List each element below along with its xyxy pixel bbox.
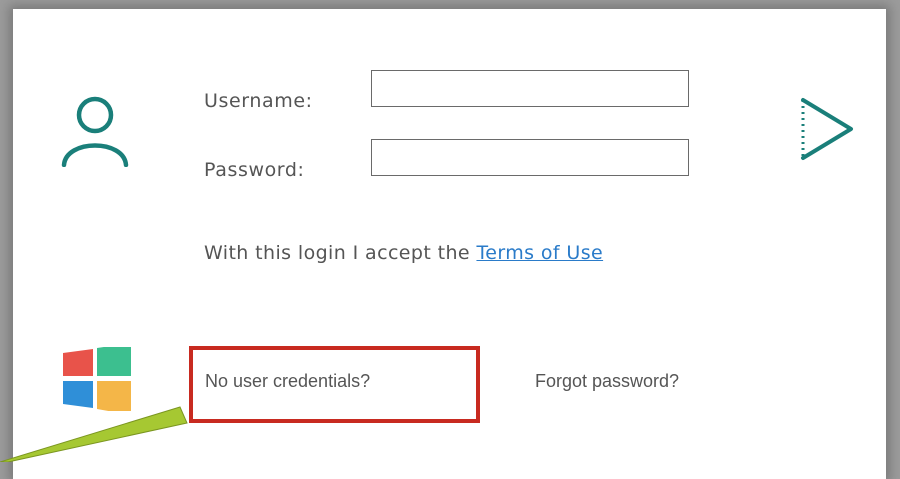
no-credentials-link[interactable]: No user credentials? <box>205 371 370 392</box>
terms-notice: With this login I accept the Terms of Us… <box>204 242 603 264</box>
username-label: Username: <box>204 90 313 112</box>
user-icon <box>61 96 129 167</box>
password-label: Password: <box>204 159 305 181</box>
terms-text: With this login I accept the <box>204 242 477 264</box>
forgot-password-link[interactable]: Forgot password? <box>535 371 679 392</box>
callout-arrow <box>0 406 188 462</box>
username-input[interactable] <box>371 70 689 107</box>
terms-of-use-link[interactable]: Terms of Use <box>476 242 603 264</box>
play-icon[interactable] <box>797 96 855 162</box>
password-input[interactable] <box>371 139 689 176</box>
